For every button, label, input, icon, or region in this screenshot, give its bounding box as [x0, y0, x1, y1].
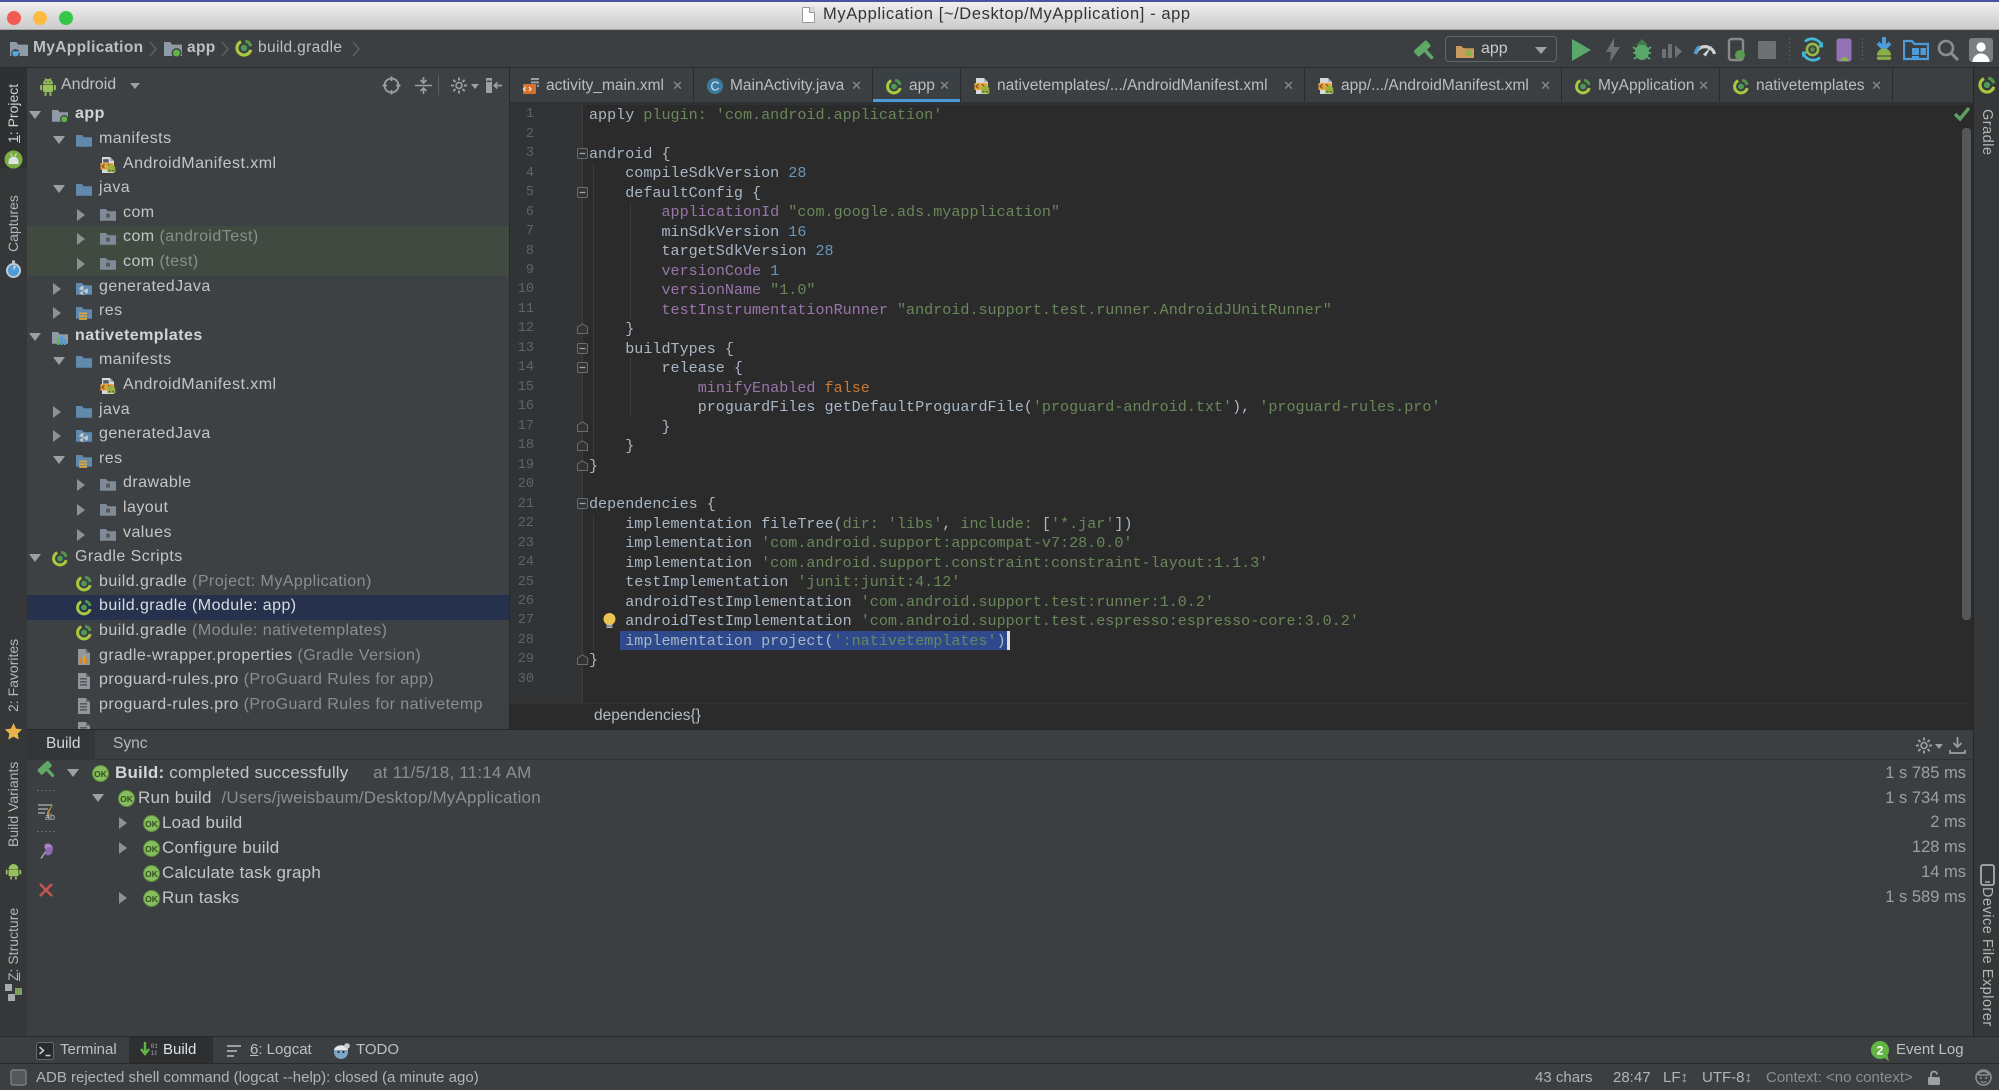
svg-text:OK: OK — [145, 818, 159, 828]
svg-text:ab: ab — [45, 812, 55, 821]
svg-text:OK: OK — [145, 868, 159, 878]
svg-text:10: 10 — [151, 1050, 158, 1057]
svg-text:OK: OK — [120, 794, 134, 804]
svg-text:OK: OK — [94, 769, 108, 779]
svg-text:2: 2 — [1877, 1044, 1884, 1058]
svg-text:OK: OK — [145, 893, 159, 903]
svg-text:01: 01 — [151, 1043, 158, 1050]
svg-text:C: C — [710, 79, 719, 93]
svg-text:OK: OK — [145, 843, 159, 853]
